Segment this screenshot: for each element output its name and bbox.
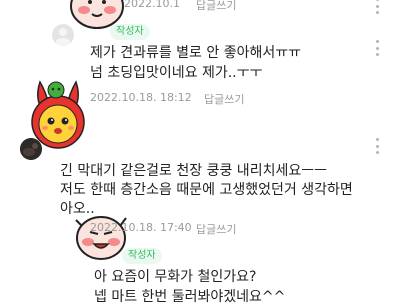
comment-text-line: 넵 마트 한번 둘러봐야겠네요^^ [94, 289, 286, 305]
more-options-icon[interactable] [376, 138, 380, 154]
reply-link[interactable]: 답글쓰기 [196, 221, 236, 237]
author-badge: 작성자 [122, 248, 162, 264]
avatar [20, 138, 42, 160]
comment-date: 2022.10.18. 18:12 [90, 91, 192, 104]
more-options-icon[interactable] [376, 0, 380, 14]
comment-text-line: 저도 한때 층간소음 때문에 고생했었던거 생각하면 [60, 182, 353, 198]
comment-text-line: 제가 견과류를 별로 안 좋아해서ㅠㅠ [90, 45, 301, 61]
comment-date: 2022.10.1 [124, 0, 180, 10]
comment-text-line: 넘 초딩입맛이네요 제가..ㅜㅜ [90, 65, 263, 81]
more-options-icon[interactable] [376, 40, 380, 56]
comment-text-line: 긴 막대기 같은걸로 천장 쿵쿵 내리치세요ㅡㅡ [60, 163, 327, 179]
reply-link[interactable]: 답글쓰기 [204, 91, 244, 107]
comment-date: 2022.10.18. 17:40 [90, 221, 192, 234]
avatar [52, 24, 74, 46]
reply-link[interactable]: 답글쓰기 [196, 0, 236, 13]
author-badge: 작성자 [110, 24, 150, 40]
profile-photo-icon [20, 138, 42, 160]
default-profile-icon [52, 24, 74, 46]
comment-text-line: 아 요즘이 무화가 철인가요? [94, 269, 257, 285]
